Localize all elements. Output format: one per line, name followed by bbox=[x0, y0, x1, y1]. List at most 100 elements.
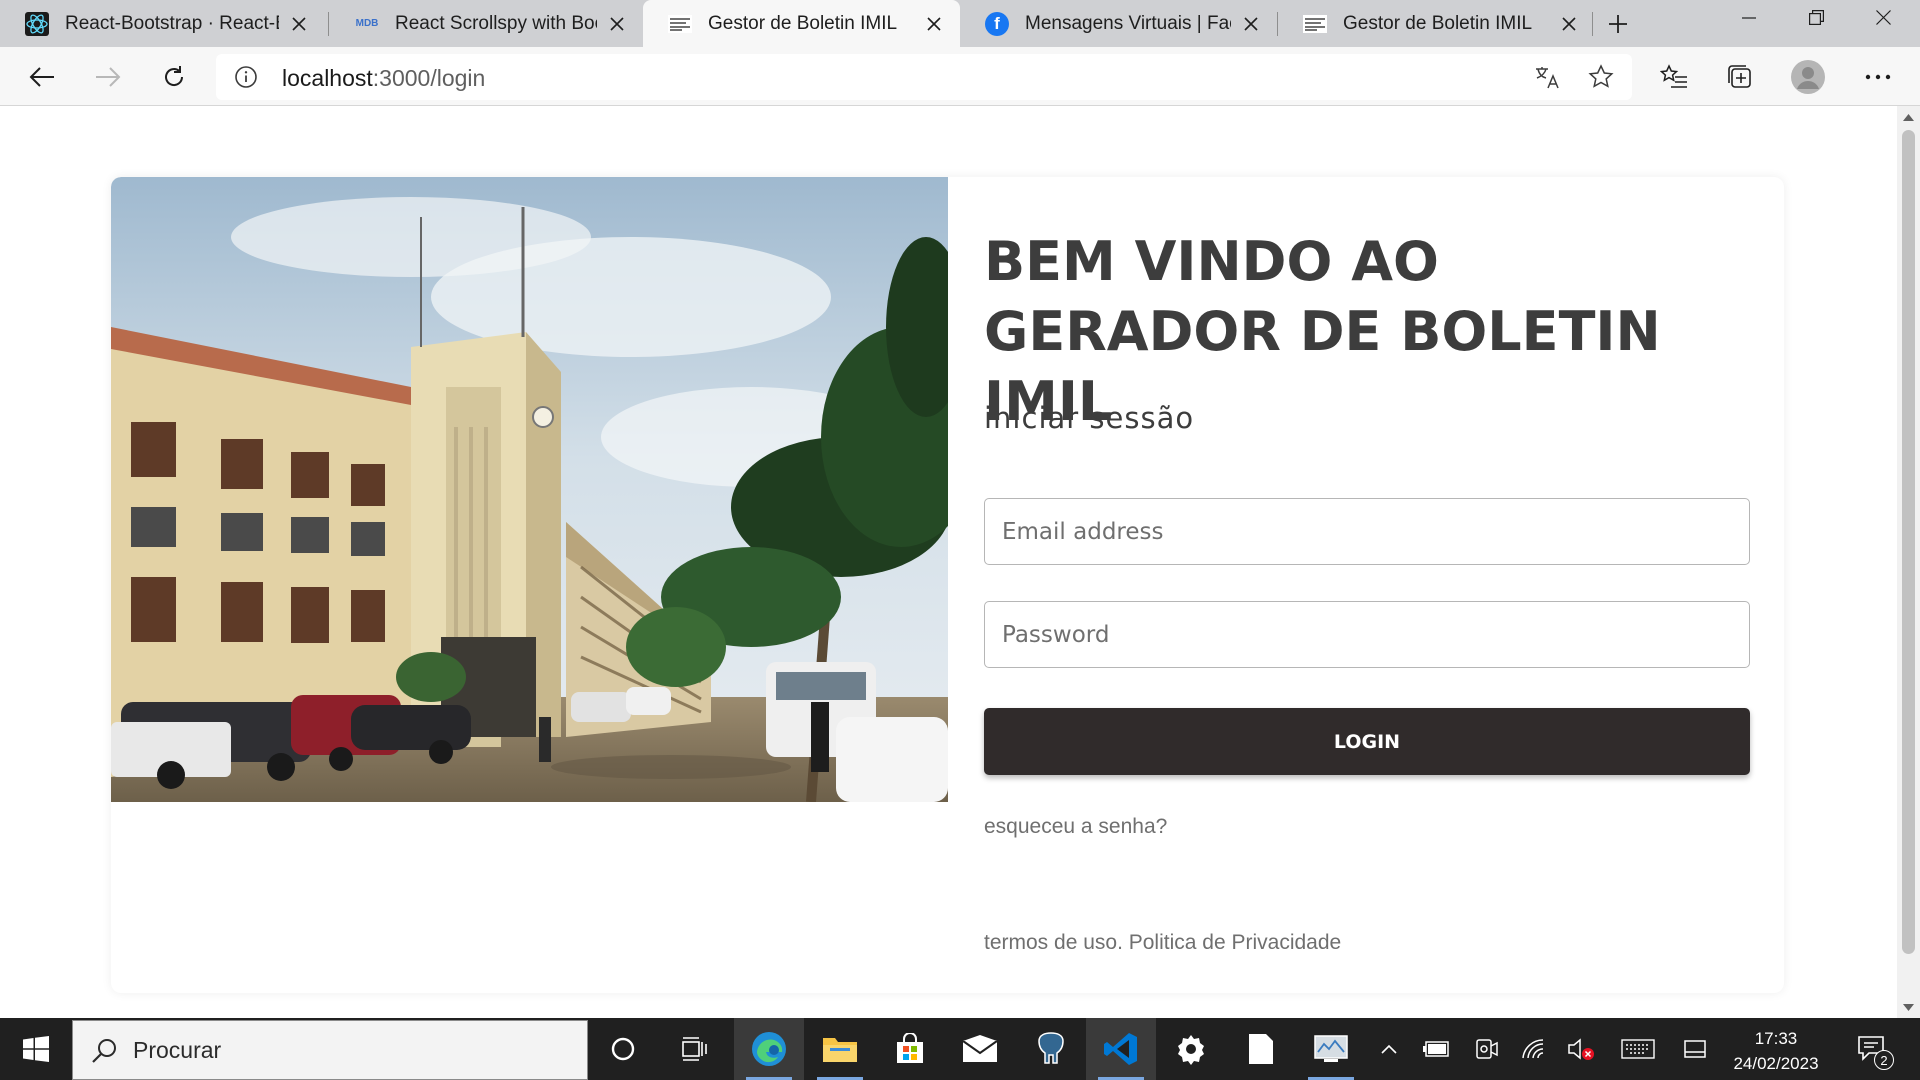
mail-icon bbox=[962, 1035, 998, 1062]
wifi-icon bbox=[1522, 1039, 1544, 1059]
close-window-button[interactable] bbox=[1850, 0, 1916, 35]
edge-icon bbox=[752, 1032, 786, 1066]
more-dots-icon bbox=[1865, 74, 1891, 80]
taskbar-file-explorer[interactable] bbox=[805, 1018, 875, 1080]
tab-separator bbox=[1592, 12, 1593, 36]
keyboard-tray[interactable] bbox=[1616, 1018, 1660, 1080]
terms-of-use-link[interactable]: termos de uso. bbox=[984, 931, 1123, 954]
restore-icon bbox=[1808, 10, 1824, 25]
collections-icon bbox=[1728, 65, 1751, 88]
taskbar-vscode[interactable] bbox=[1086, 1018, 1156, 1080]
close-tab-icon[interactable] bbox=[1239, 12, 1263, 36]
webcam-tray[interactable] bbox=[1468, 1018, 1506, 1080]
task-view-icon bbox=[682, 1037, 707, 1061]
clock-time: 17:33 bbox=[1754, 1029, 1798, 1048]
facebook-icon: f bbox=[985, 11, 1009, 36]
forward-arrow-icon bbox=[96, 67, 121, 87]
wifi-tray[interactable] bbox=[1515, 1018, 1553, 1080]
privacy-policy-link[interactable]: Politica de Privacidade bbox=[1129, 931, 1341, 954]
cortana-button[interactable] bbox=[588, 1018, 658, 1080]
avatar-icon bbox=[1791, 60, 1825, 94]
tab-gestor-boletin-active[interactable]: Gestor de Boletin IMIL bbox=[643, 0, 960, 47]
login-card: BEM VINDO AO GERADOR DE BOLETIN IMIL ini… bbox=[111, 177, 1784, 993]
info-icon[interactable] bbox=[234, 65, 258, 89]
close-tab-icon[interactable] bbox=[922, 12, 946, 36]
tab-gestor-boletin[interactable]: Gestor de Boletin IMIL bbox=[1278, 0, 1595, 47]
search-placeholder: Procurar bbox=[133, 1037, 222, 1063]
keyboard-icon bbox=[1621, 1039, 1655, 1059]
minimize-icon bbox=[1742, 16, 1756, 19]
camera-icon bbox=[1476, 1039, 1498, 1059]
task-view-button[interactable] bbox=[660, 1018, 730, 1080]
notification-count-badge: 2 bbox=[1874, 1050, 1894, 1070]
windows-taskbar: Procurar 17:33 24/02/2023 2 bbox=[0, 1018, 1920, 1080]
taskbar-microsoft-store[interactable] bbox=[875, 1018, 945, 1080]
profile-button[interactable] bbox=[1786, 55, 1830, 99]
clock-date: 24/02/2023 bbox=[1733, 1054, 1819, 1073]
taskbar-edge[interactable] bbox=[734, 1018, 804, 1080]
scroll-down-arrow-icon[interactable] bbox=[1903, 1002, 1914, 1012]
tab-separator bbox=[328, 12, 329, 36]
battery-icon bbox=[1423, 1041, 1449, 1057]
taskbar-settings[interactable] bbox=[1156, 1018, 1226, 1080]
forgot-password-link[interactable]: esqueceu a senha? bbox=[984, 815, 1167, 839]
tab-react-scrollspy[interactable]: MDB React Scrollspy with Bootstr bbox=[330, 0, 643, 47]
show-hidden-icons-button[interactable] bbox=[1370, 1018, 1408, 1080]
volume-tray[interactable] bbox=[1562, 1018, 1600, 1080]
address-bar[interactable]: localhost:3000/login bbox=[216, 54, 1632, 100]
display-tray[interactable] bbox=[1676, 1018, 1714, 1080]
tab-strip: React-Bootstrap · React-Bo MDB React Scr… bbox=[0, 0, 1920, 47]
tab-title: Mensagens Virtuais | Faceb bbox=[1025, 12, 1231, 34]
start-button[interactable] bbox=[0, 1018, 72, 1080]
collections-button[interactable] bbox=[1718, 55, 1762, 99]
store-bag-icon bbox=[897, 1033, 923, 1063]
taskbar-mail[interactable] bbox=[945, 1018, 1015, 1080]
tab-react-bootstrap[interactable]: React-Bootstrap · React-Bo bbox=[0, 0, 325, 47]
postgres-elephant-icon bbox=[1038, 1032, 1064, 1064]
vscode-icon bbox=[1104, 1033, 1137, 1065]
minimize-button[interactable] bbox=[1716, 0, 1782, 35]
url-path: :3000/login bbox=[372, 65, 486, 91]
password-field[interactable] bbox=[984, 601, 1750, 668]
close-icon bbox=[1875, 10, 1891, 25]
speaker-muted-icon bbox=[1568, 1038, 1594, 1060]
login-subtitle: iniciar sessão bbox=[984, 401, 1195, 435]
taskbar-pgadmin[interactable] bbox=[1016, 1018, 1086, 1080]
react-bootstrap-icon bbox=[25, 11, 49, 36]
page-viewport: BEM VINDO AO GERADOR DE BOLETIN IMIL ini… bbox=[0, 106, 1897, 1018]
battery-tray[interactable] bbox=[1418, 1018, 1456, 1080]
reload-button[interactable] bbox=[152, 55, 196, 99]
close-tab-icon[interactable] bbox=[1557, 12, 1581, 36]
new-tab-button[interactable] bbox=[1596, 6, 1640, 41]
close-tab-icon[interactable] bbox=[605, 12, 629, 36]
email-field[interactable] bbox=[984, 498, 1750, 565]
restore-button[interactable] bbox=[1783, 0, 1849, 35]
folder-icon bbox=[823, 1038, 857, 1062]
favorite-star-icon[interactable] bbox=[1588, 64, 1614, 90]
tab-facebook[interactable]: f Mensagens Virtuais | Faceb bbox=[960, 0, 1277, 47]
scroll-up-arrow-icon[interactable] bbox=[1903, 112, 1914, 122]
taskbar-search-box[interactable]: Procurar bbox=[72, 1020, 588, 1080]
tab-title: React-Bootstrap · React-Bo bbox=[65, 12, 279, 34]
settings-more-button[interactable] bbox=[1856, 55, 1900, 99]
tab-title: React Scrollspy with Bootstr bbox=[395, 12, 597, 34]
taskbar-app[interactable] bbox=[1296, 1018, 1366, 1080]
page-scrollbar[interactable] bbox=[1897, 106, 1920, 1018]
mdb-icon: MDB bbox=[355, 18, 379, 29]
plus-icon bbox=[1609, 14, 1627, 33]
gear-icon bbox=[1178, 1035, 1204, 1065]
scroll-thumb[interactable] bbox=[1902, 130, 1915, 954]
translate-icon[interactable] bbox=[1534, 64, 1560, 90]
login-button[interactable]: LOGIN bbox=[984, 708, 1750, 775]
notification-center-button[interactable]: 2 bbox=[1846, 1018, 1898, 1080]
chevron-up-icon bbox=[1381, 1044, 1397, 1054]
back-button[interactable] bbox=[20, 55, 64, 99]
taskbar-notepad[interactable] bbox=[1226, 1018, 1296, 1080]
taskbar-clock[interactable]: 17:33 24/02/2023 bbox=[1728, 1026, 1824, 1076]
url-text[interactable]: localhost:3000/login bbox=[282, 65, 485, 92]
imil-logo-icon bbox=[668, 12, 692, 36]
forward-button[interactable] bbox=[86, 55, 130, 99]
back-arrow-icon bbox=[29, 67, 54, 87]
favorites-button[interactable] bbox=[1652, 55, 1696, 99]
close-tab-icon[interactable] bbox=[287, 12, 311, 36]
